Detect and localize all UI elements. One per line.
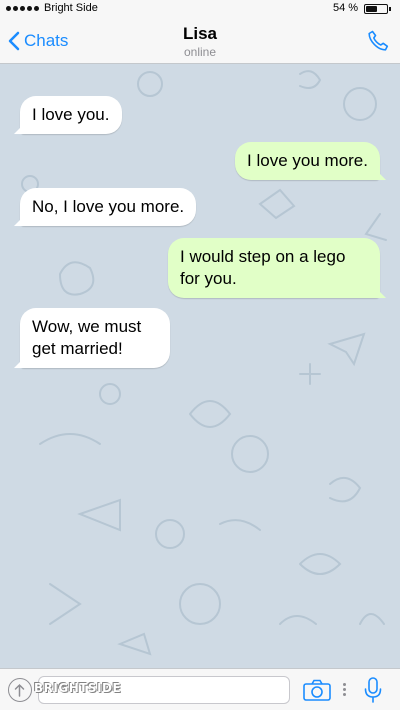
nav-bar: Chats Lisa online (0, 18, 400, 64)
contact-name: Lisa (182, 24, 218, 43)
signal-strength-icon (6, 6, 39, 11)
message-outgoing[interactable]: I love you more. (235, 142, 386, 180)
camera-icon[interactable] (303, 679, 331, 701)
phone-icon[interactable] (366, 29, 390, 53)
battery-percentage: 54 % (333, 2, 359, 14)
microphone-icon[interactable] (364, 677, 382, 703)
watermark-logo: BRIGHTSIDE (34, 681, 122, 695)
message-incoming[interactable]: Wow, we must get married! (14, 308, 170, 368)
attach-icon (14, 683, 25, 697)
message-outgoing[interactable]: I would step on a lego for you. (168, 238, 386, 298)
contact-status: online (183, 45, 217, 59)
battery-icon (364, 4, 391, 14)
carrier-name: Bright Side (44, 2, 98, 14)
chat-title[interactable]: Lisa online (0, 24, 400, 59)
input-bar: BRIGHTSIDE (0, 668, 400, 710)
attach-button[interactable] (8, 678, 32, 702)
chat-area[interactable]: I love you. I love you more. No, I love … (0, 64, 400, 668)
status-bar: Bright Side 54 % (0, 0, 400, 18)
message-incoming[interactable]: No, I love you more. (13, 188, 197, 226)
battery-fill (366, 6, 377, 12)
divider-dots (343, 683, 346, 697)
message-incoming[interactable]: I love you. (14, 96, 122, 134)
